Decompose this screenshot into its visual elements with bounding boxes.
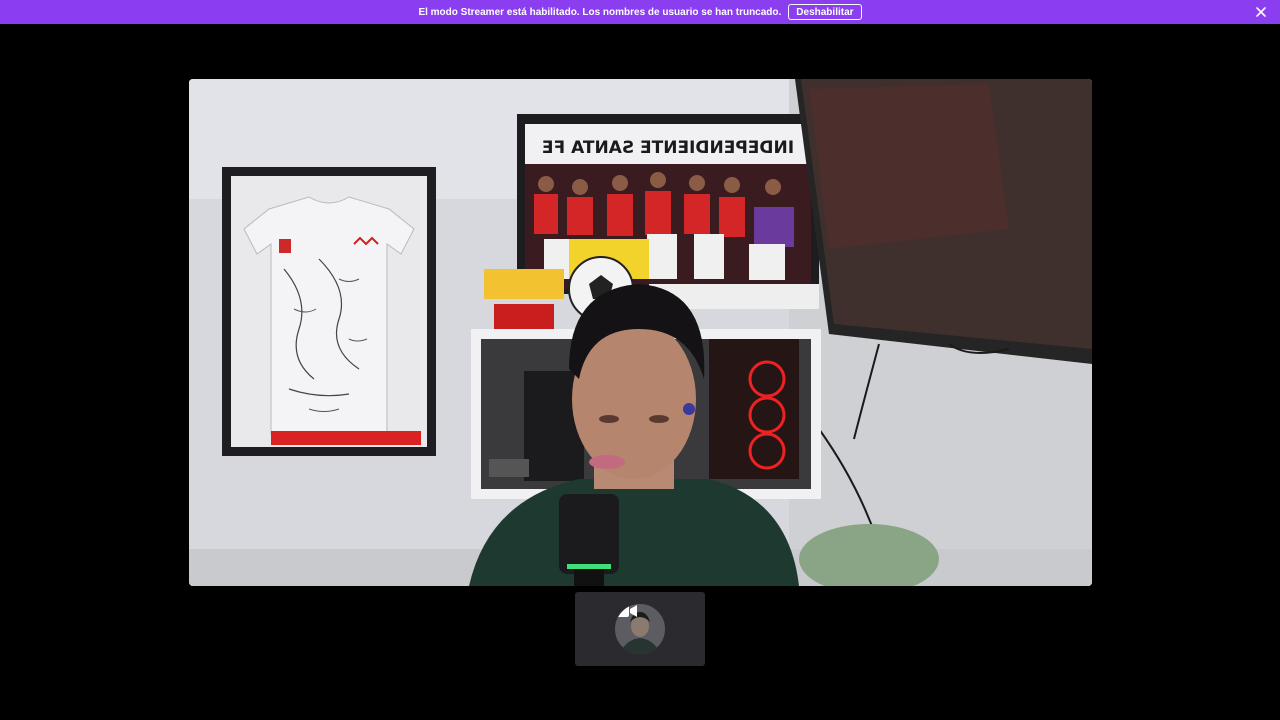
participant-thumbnail[interactable] bbox=[575, 592, 705, 666]
disable-streamer-mode-button[interactable]: Deshabilitar bbox=[788, 4, 862, 20]
poster-text: INDEPENDIENTE SANTA FE bbox=[542, 138, 794, 158]
microphone bbox=[559, 494, 619, 586]
close-icon[interactable] bbox=[1254, 5, 1268, 19]
streamer-mode-banner: El modo Streamer está habilitado. Los no… bbox=[0, 0, 1280, 24]
video-frame: INDEPENDIENTE SANTA FE bbox=[189, 79, 1092, 586]
participant-avatar bbox=[615, 604, 665, 654]
camera-icon bbox=[615, 605, 637, 617]
team-poster: INDEPENDIENTE SANTA FE bbox=[517, 114, 819, 294]
streamer-mode-message: El modo Streamer está habilitado. Los no… bbox=[418, 6, 782, 18]
voice-call-view: El modo Streamer está habilitado. Los no… bbox=[0, 0, 1280, 720]
main-video-stream[interactable]: INDEPENDIENTE SANTA FE bbox=[189, 79, 1092, 586]
framed-jersey bbox=[222, 167, 436, 456]
